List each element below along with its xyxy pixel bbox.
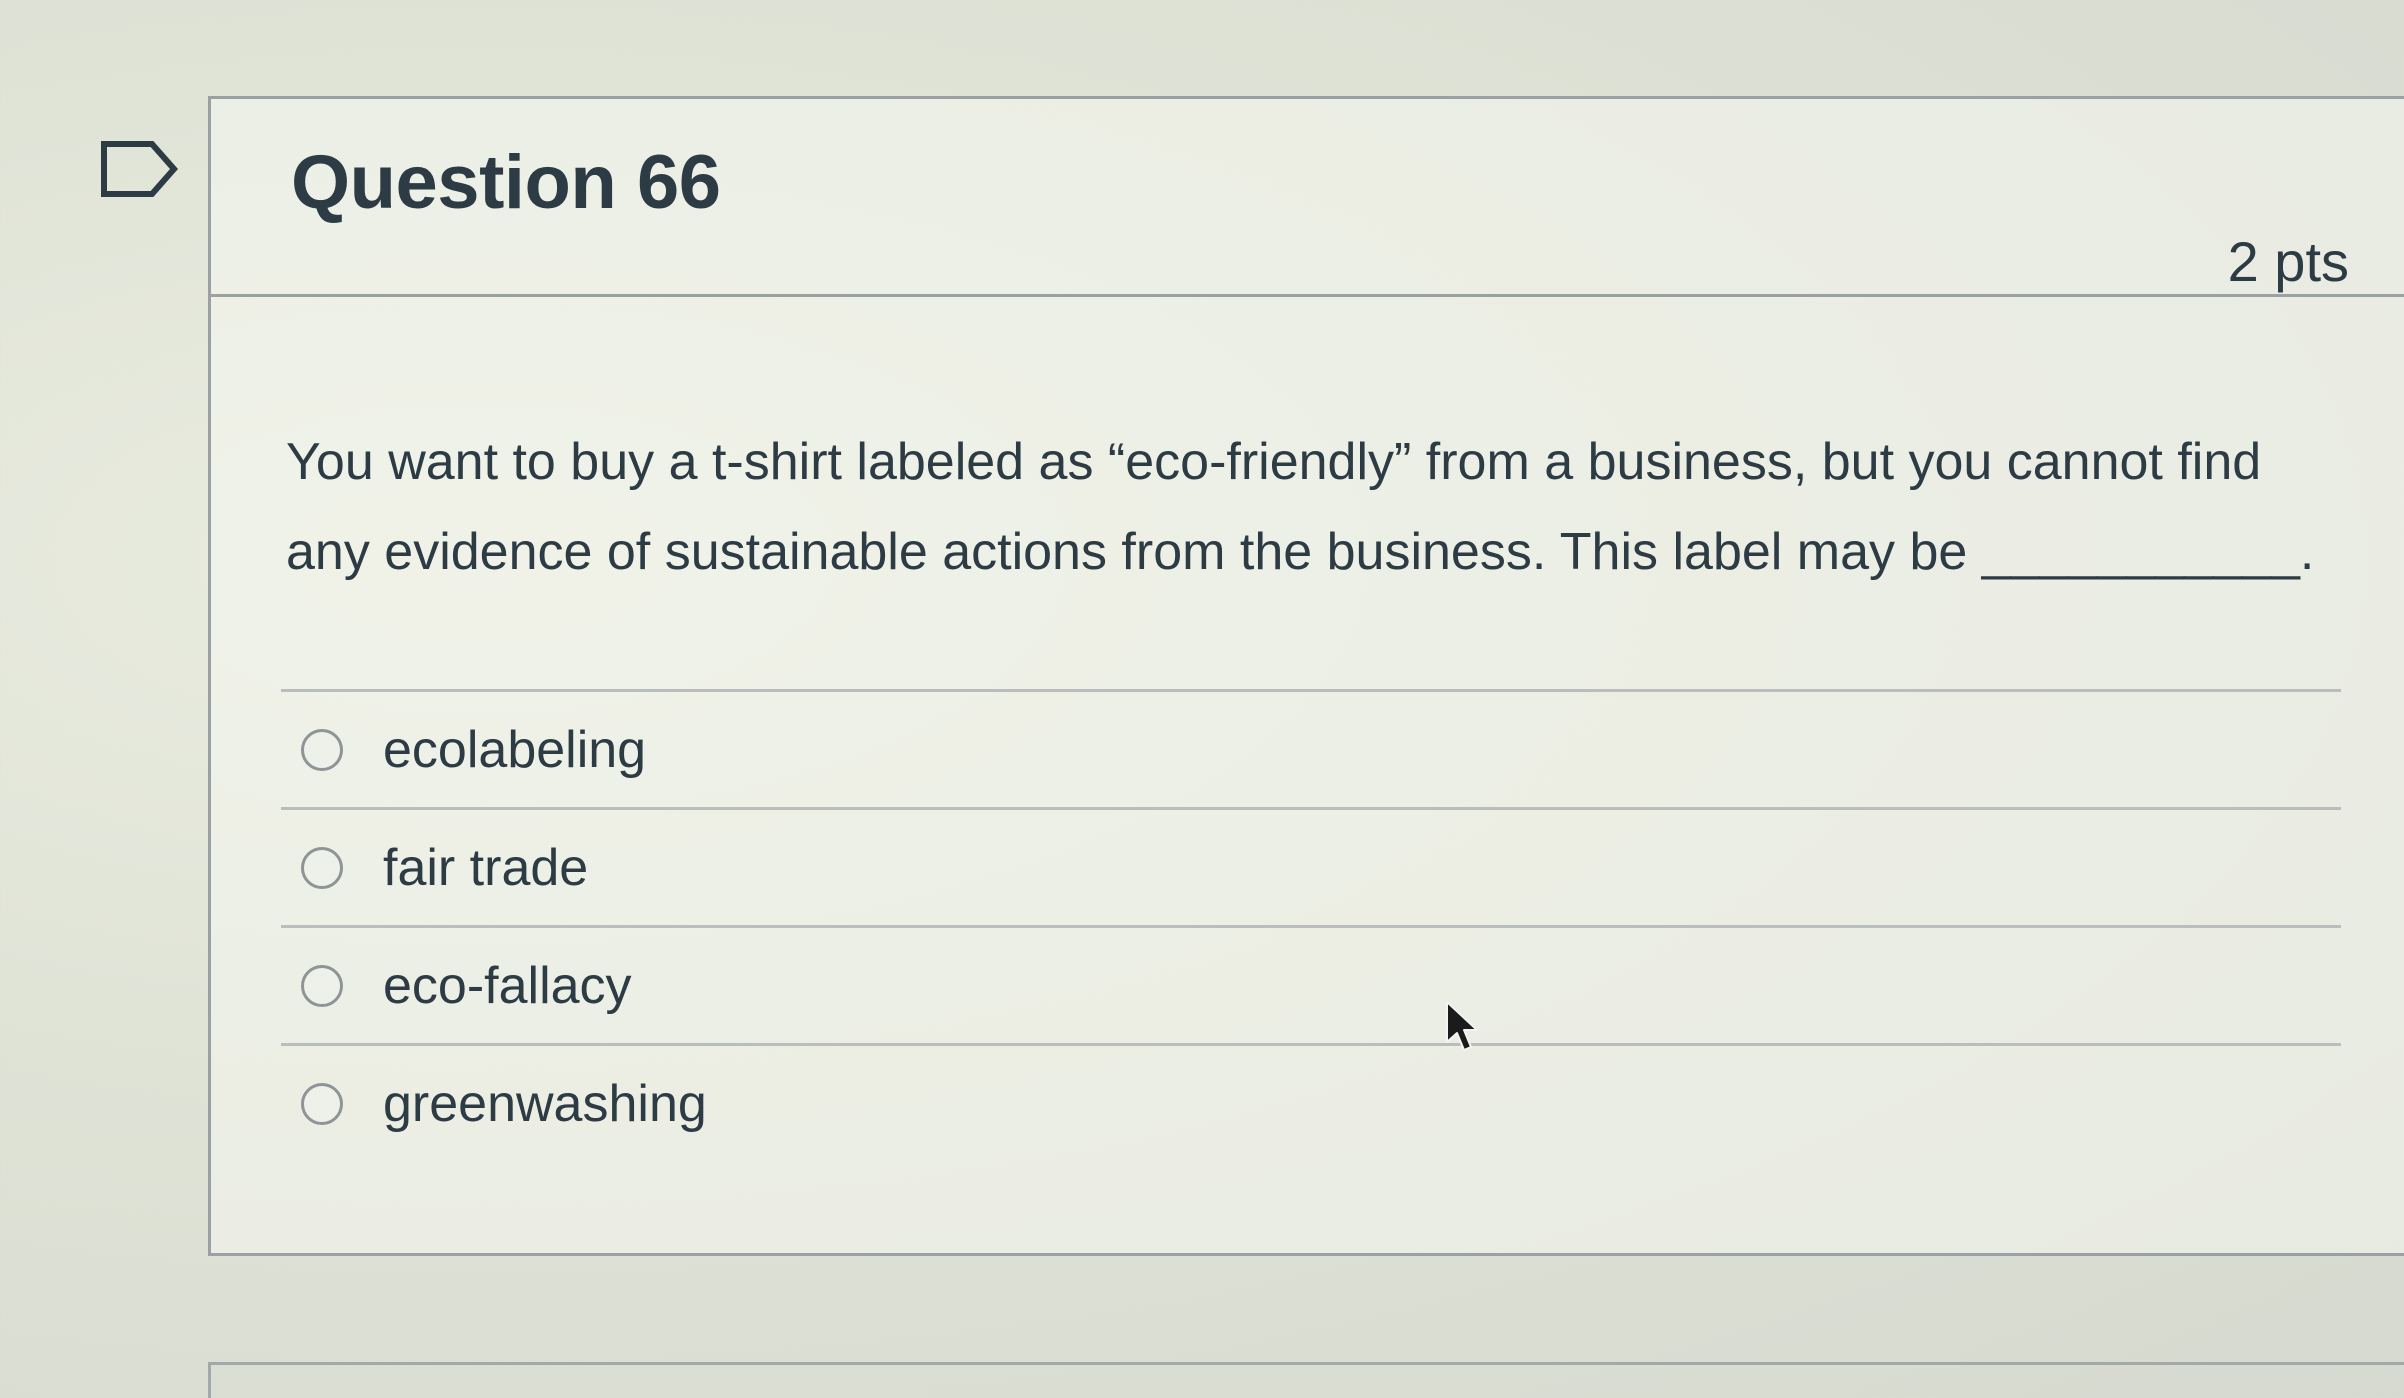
radio-button[interactable] — [301, 846, 343, 889]
question-points: 2 pts — [2227, 230, 2349, 293]
question-card: Question 66 2 pts You want to buy a t-sh… — [208, 96, 2404, 1256]
radio-button[interactable] — [301, 964, 343, 1007]
mouse-pointer-icon — [1445, 1000, 1481, 1056]
answer-option[interactable]: eco-fallacy — [281, 925, 2341, 1043]
answer-option[interactable]: fair trade — [281, 807, 2341, 925]
question-header: Question 66 2 pts — [211, 99, 2404, 297]
answer-label[interactable]: fair trade — [383, 838, 588, 898]
answer-option[interactable]: ecolabeling — [281, 689, 2341, 807]
answer-label[interactable]: eco-fallacy — [383, 956, 632, 1016]
question-title: Question 66 — [291, 140, 721, 225]
radio-button[interactable] — [301, 728, 343, 771]
flag-question-icon[interactable] — [100, 138, 180, 200]
radio-button[interactable] — [301, 1082, 343, 1125]
question-text: You want to buy a t-shirt labeled as “ec… — [286, 433, 2315, 581]
answer-option[interactable]: greenwashing — [281, 1043, 2341, 1161]
next-question-card — [208, 1362, 2404, 1398]
answer-label[interactable]: greenwashing — [383, 1074, 707, 1134]
answer-label[interactable]: ecolabeling — [383, 720, 646, 780]
answer-list: ecolabeling fair trade eco-fallacy green… — [281, 689, 2341, 1161]
